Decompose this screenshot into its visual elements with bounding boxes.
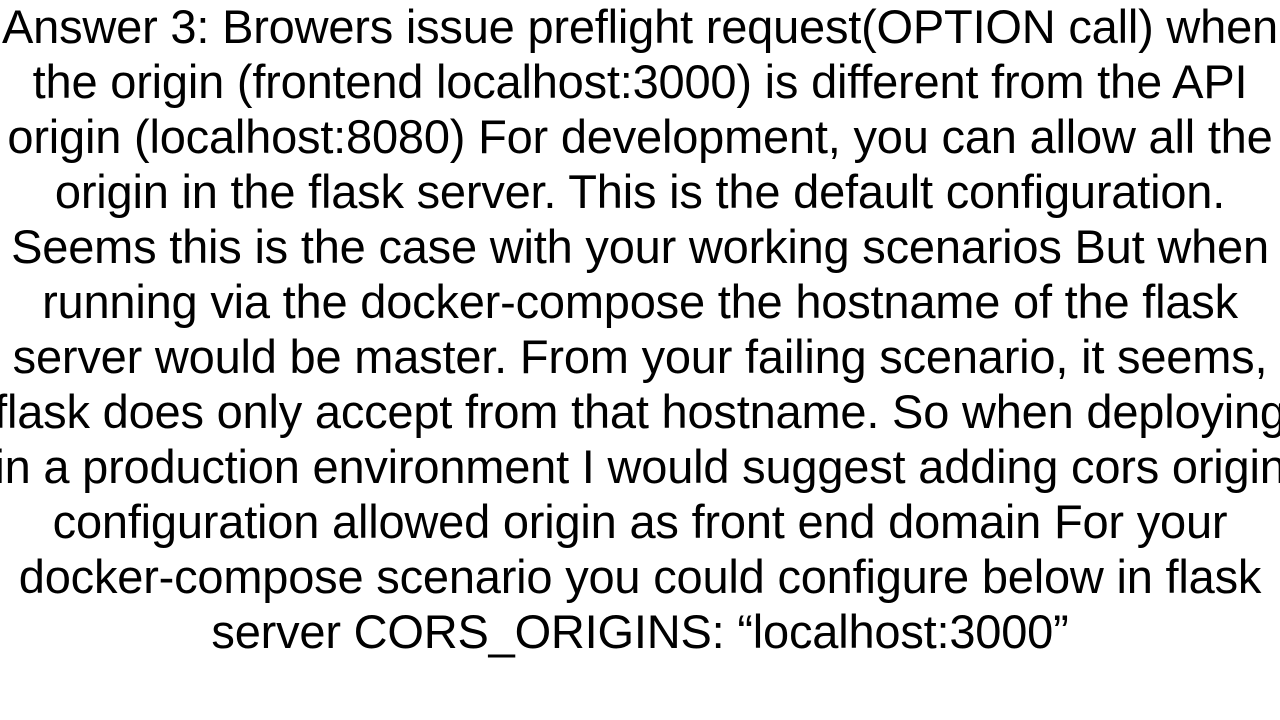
answer-body: Browers issue preflight request(OPTION c…	[0, 0, 1280, 658]
answer-block: Answer 3: Browers issue preflight reques…	[0, 0, 1280, 660]
answer-label: Answer 3:	[2, 0, 209, 53]
